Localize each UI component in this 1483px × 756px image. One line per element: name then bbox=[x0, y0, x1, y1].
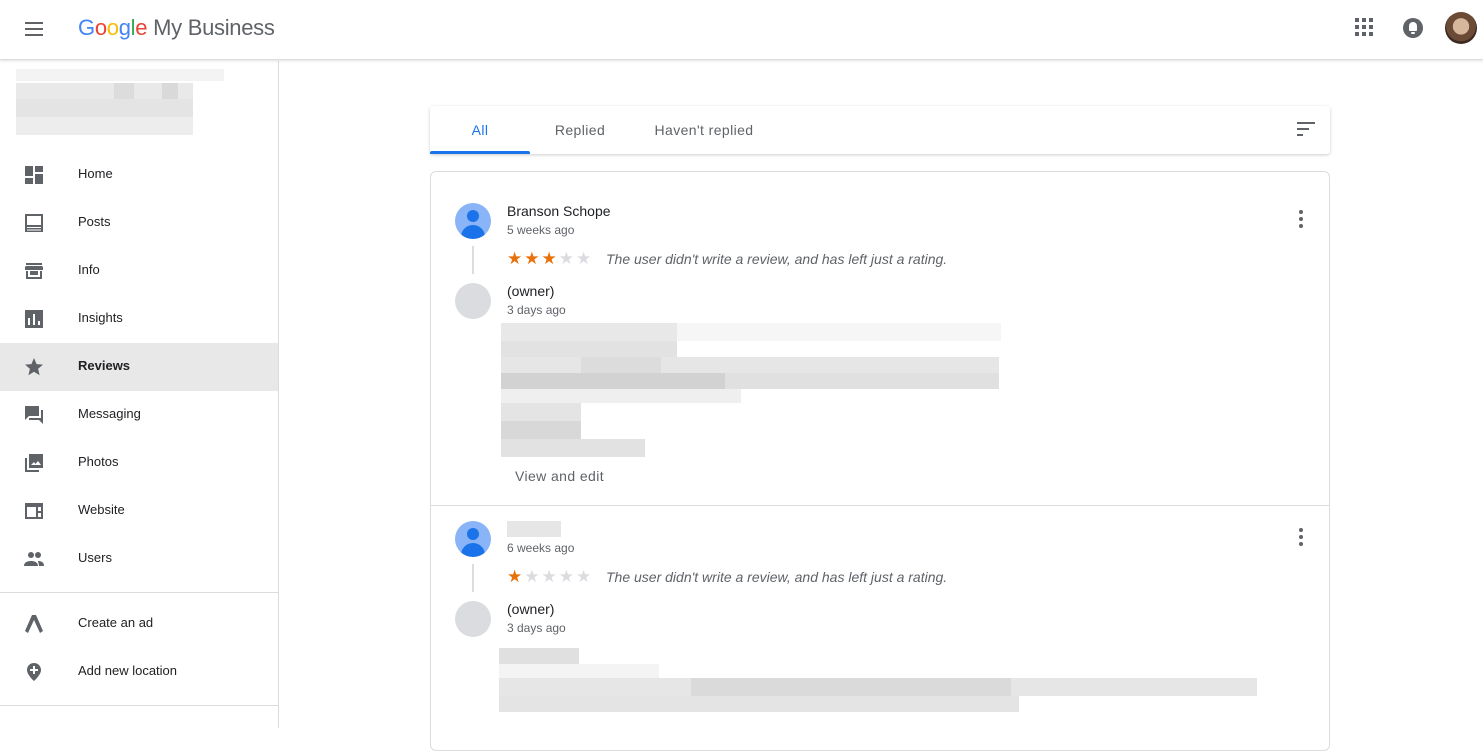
thread-line bbox=[472, 564, 474, 592]
star-empty-icon: ★ bbox=[576, 567, 592, 586]
review-filter-tabs: All Replied Haven't replied bbox=[430, 106, 1330, 154]
sidebar: Home Posts Info Insights Reviews Messagi… bbox=[0, 61, 279, 728]
more-options-icon[interactable] bbox=[1297, 210, 1305, 228]
google-my-business-logo[interactable]: Google My Business bbox=[78, 15, 275, 41]
product-name: My Business bbox=[153, 15, 275, 40]
tab-replied[interactable]: Replied bbox=[540, 106, 620, 154]
insights-icon bbox=[25, 310, 43, 328]
star-empty-icon: ★ bbox=[558, 249, 574, 268]
add-location-icon bbox=[27, 663, 41, 681]
reply-time: 3 days ago bbox=[507, 621, 566, 635]
sidebar-item-website[interactable]: Website bbox=[0, 487, 278, 535]
tab-all[interactable]: All bbox=[430, 106, 530, 154]
review-time: 6 weeks ago bbox=[507, 541, 575, 555]
store-icon bbox=[25, 263, 43, 279]
star-empty-icon: ★ bbox=[576, 249, 592, 268]
review-time: 5 weeks ago bbox=[507, 223, 575, 237]
reviewer-avatar bbox=[455, 203, 491, 239]
view-and-edit-button[interactable]: View and edit bbox=[515, 468, 604, 484]
rating-only-note: The user didn't write a review, and has … bbox=[606, 251, 948, 267]
reviews-list: Branson Schope 5 weeks ago ★ ★ ★ ★ ★ The… bbox=[430, 171, 1330, 751]
sidebar-item-messaging[interactable]: Messaging bbox=[0, 391, 278, 439]
star-empty-icon: ★ bbox=[558, 567, 574, 586]
notifications-icon[interactable] bbox=[1403, 18, 1423, 38]
messaging-icon bbox=[25, 406, 43, 424]
star-filled-icon: ★ bbox=[541, 249, 557, 268]
reviewer-avatar bbox=[455, 521, 491, 557]
star-filled-icon: ★ bbox=[507, 249, 523, 268]
sidebar-divider bbox=[0, 592, 278, 593]
sidebar-item-info[interactable]: Info bbox=[0, 247, 278, 295]
reply-author: (owner) bbox=[507, 283, 555, 299]
reply-author: (owner) bbox=[507, 601, 555, 617]
sidebar-item-create-ad[interactable]: Create an ad bbox=[0, 600, 278, 648]
star-empty-icon: ★ bbox=[524, 567, 540, 586]
sidebar-item-photos[interactable]: Photos bbox=[0, 439, 278, 487]
star-icon bbox=[25, 358, 43, 376]
review-item: 6 weeks ago ★ ★ ★ ★ ★ The user didn't wr… bbox=[431, 506, 1329, 756]
sidebar-item-home[interactable]: Home bbox=[0, 151, 278, 199]
star-filled-icon: ★ bbox=[524, 249, 540, 268]
star-rating: ★ ★ ★ ★ ★ bbox=[507, 250, 591, 267]
posts-icon bbox=[25, 214, 43, 232]
website-icon bbox=[25, 503, 43, 519]
reviewer-name-redacted bbox=[507, 521, 561, 537]
photos-icon bbox=[25, 454, 43, 472]
owner-avatar bbox=[455, 283, 491, 319]
sidebar-divider bbox=[0, 705, 278, 706]
apps-icon[interactable] bbox=[1355, 18, 1375, 38]
dashboard-icon bbox=[25, 166, 43, 184]
owner-avatar bbox=[455, 601, 491, 637]
tab-havent-replied[interactable]: Haven't replied bbox=[642, 106, 766, 154]
sidebar-item-add-location[interactable]: Add new location bbox=[0, 648, 278, 696]
more-options-icon[interactable] bbox=[1297, 528, 1305, 546]
reviewer-name: Branson Schope bbox=[507, 203, 611, 219]
account-avatar[interactable] bbox=[1445, 12, 1477, 44]
thread-line bbox=[472, 246, 474, 274]
active-tab-indicator bbox=[430, 151, 530, 154]
sidebar-item-insights[interactable]: Insights bbox=[0, 295, 278, 343]
menu-icon[interactable] bbox=[22, 18, 46, 42]
sidebar-item-reviews[interactable]: Reviews bbox=[0, 343, 278, 391]
review-item: Branson Schope 5 weeks ago ★ ★ ★ ★ ★ The… bbox=[431, 172, 1329, 505]
sidebar-item-users[interactable]: Users bbox=[0, 535, 278, 583]
star-rating: ★ ★ ★ ★ ★ bbox=[507, 568, 591, 585]
reply-time: 3 days ago bbox=[507, 303, 566, 317]
top-app-bar: Google My Business bbox=[0, 0, 1483, 60]
star-filled-icon: ★ bbox=[507, 567, 523, 586]
rating-only-note: The user didn't write a review, and has … bbox=[606, 569, 948, 585]
sort-icon[interactable] bbox=[1297, 122, 1315, 136]
star-empty-icon: ★ bbox=[541, 567, 557, 586]
users-icon bbox=[24, 552, 44, 566]
google-ads-icon bbox=[25, 615, 43, 633]
sidebar-item-posts[interactable]: Posts bbox=[0, 199, 278, 247]
